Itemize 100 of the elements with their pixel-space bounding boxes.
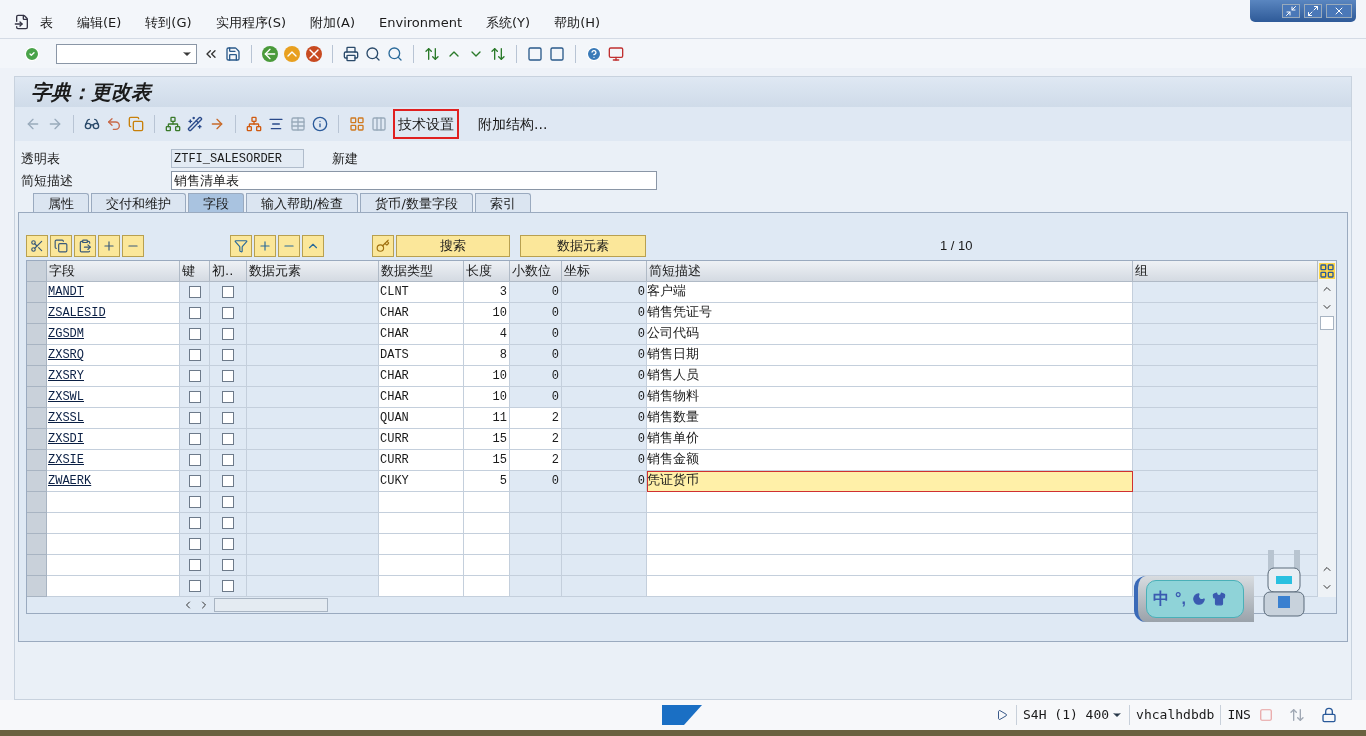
menu-icon[interactable] — [14, 14, 30, 30]
back-icon[interactable] — [25, 116, 41, 132]
tab[interactable]: 交付和维护 — [91, 193, 186, 212]
column-header[interactable]: 字段 — [47, 261, 180, 282]
checkbox[interactable] — [222, 370, 234, 382]
column-header[interactable]: 键 — [180, 261, 210, 282]
column-header[interactable]: 简短描述 — [647, 261, 1133, 282]
table-cell[interactable] — [464, 513, 510, 534]
forward-icon[interactable] — [47, 116, 63, 132]
info-icon[interactable] — [312, 116, 328, 132]
cut-icon[interactable] — [26, 235, 48, 257]
checkbox[interactable] — [188, 391, 201, 403]
key-icon[interactable] — [372, 235, 394, 257]
moon-icon[interactable] — [1191, 592, 1206, 606]
checkbox[interactable] — [188, 538, 201, 550]
checkbox[interactable] — [188, 580, 201, 592]
menu-item[interactable]: 附加(A) — [310, 13, 356, 33]
table-cell[interactable] — [247, 492, 379, 513]
table-cell[interactable]: 10 — [464, 387, 510, 408]
checkbox[interactable] — [222, 391, 234, 403]
checkbox[interactable] — [188, 475, 201, 487]
export-icon[interactable] — [209, 116, 225, 132]
expand-status-icon[interactable] — [996, 709, 1008, 721]
table-cell[interactable] — [379, 534, 464, 555]
table-cell[interactable] — [464, 555, 510, 576]
menu-item[interactable]: 编辑(E) — [77, 13, 122, 33]
find-icon[interactable] — [365, 45, 381, 62]
ime-toolbar[interactable]: 中 °, — [1134, 576, 1254, 622]
menu-item[interactable]: Environment — [379, 13, 463, 33]
lock-icon[interactable] — [1320, 707, 1337, 723]
grid-button[interactable]: 搜索 — [396, 235, 510, 257]
checkbox[interactable] — [222, 496, 234, 508]
table-cell[interactable] — [247, 471, 379, 492]
table-cell[interactable] — [647, 555, 1133, 576]
menu-item[interactable]: 帮助(H) — [554, 13, 601, 33]
align-icon[interactable] — [268, 116, 284, 132]
tab[interactable]: 索引 — [474, 193, 531, 212]
table-cell[interactable] — [647, 492, 1133, 513]
table-cell[interactable] — [647, 534, 1133, 555]
checkbox[interactable] — [188, 307, 201, 319]
column-header[interactable]: 初.. — [210, 261, 247, 282]
checkbox[interactable] — [222, 538, 234, 550]
table-cell[interactable] — [379, 576, 464, 597]
checkbox[interactable] — [188, 496, 201, 508]
back-icon[interactable] — [262, 45, 278, 62]
table-cell[interactable]: 10 — [464, 303, 510, 324]
checkbox[interactable] — [188, 286, 201, 298]
menu-item[interactable]: 实用程序(S) — [215, 13, 286, 33]
menu-item[interactable]: 系统(Y) — [486, 13, 531, 33]
table-cell[interactable]: 销售日期 — [647, 345, 1133, 366]
filter-icon[interactable] — [230, 235, 252, 257]
checkbox[interactable] — [222, 580, 234, 592]
field-name-link[interactable]: ZXSSL — [48, 409, 84, 427]
checkbox[interactable] — [188, 328, 201, 340]
exit-icon[interactable] — [284, 45, 300, 62]
column-header[interactable]: 长度 — [464, 261, 510, 282]
transfer-icon[interactable] — [1288, 707, 1305, 723]
table-cell[interactable] — [464, 492, 510, 513]
column-header[interactable]: 小数位 — [510, 261, 562, 282]
checkbox[interactable] — [222, 517, 234, 529]
ime-punctuation[interactable]: °, — [1175, 587, 1186, 611]
table-cell[interactable] — [247, 408, 379, 429]
description-field[interactable]: 销售清单表 — [171, 171, 657, 190]
hierarchy-icon[interactable] — [165, 116, 181, 132]
paste-icon[interactable] — [74, 235, 96, 257]
table-cell[interactable]: CHAR — [379, 324, 464, 345]
field-name-link[interactable]: MANDT — [48, 283, 84, 301]
table-cell[interactable]: 销售凭证号 — [647, 303, 1133, 324]
field-name-link[interactable]: ZGSDM — [48, 325, 84, 343]
delete-row-icon[interactable] — [122, 235, 144, 257]
horizontal-scroll-thumb[interactable] — [214, 598, 328, 612]
table-cell[interactable]: CHAR — [379, 303, 464, 324]
table-cell[interactable]: CHAR — [379, 387, 464, 408]
field-name-link[interactable]: ZXSRY — [48, 367, 84, 385]
minimize-icon[interactable] — [1282, 4, 1300, 18]
expand-icon[interactable] — [254, 235, 276, 257]
table-cell[interactable]: 11 — [464, 408, 510, 429]
command-field[interactable] — [56, 43, 197, 64]
close-icon[interactable] — [1326, 4, 1352, 18]
column-settings-icon[interactable] — [1319, 263, 1335, 279]
table-cell[interactable]: QUAN — [379, 408, 464, 429]
insert-row-icon[interactable] — [98, 235, 120, 257]
table-icon[interactable] — [290, 116, 306, 132]
ime-mode[interactable]: 中 — [1153, 587, 1169, 611]
checkbox[interactable] — [222, 559, 234, 571]
table-cell[interactable]: 客户端 — [647, 282, 1133, 303]
column-header[interactable]: 数据类型 — [379, 261, 464, 282]
table-cell[interactable]: 4 — [464, 324, 510, 345]
field-name-link[interactable]: ZSALESID — [48, 304, 106, 322]
table-cell[interactable]: CLNT — [379, 282, 464, 303]
up-icon[interactable] — [302, 235, 324, 257]
checkbox[interactable] — [188, 433, 201, 445]
column-header[interactable]: 数据元素 — [247, 261, 379, 282]
field-name-link[interactable]: ZXSDI — [48, 430, 84, 448]
checkbox[interactable] — [222, 454, 234, 466]
table-cell[interactable] — [247, 555, 379, 576]
field-name-link[interactable]: ZXSWL — [48, 388, 84, 406]
table-cell[interactable] — [247, 324, 379, 345]
copy-icon[interactable] — [50, 235, 72, 257]
wand-icon[interactable] — [187, 116, 203, 132]
